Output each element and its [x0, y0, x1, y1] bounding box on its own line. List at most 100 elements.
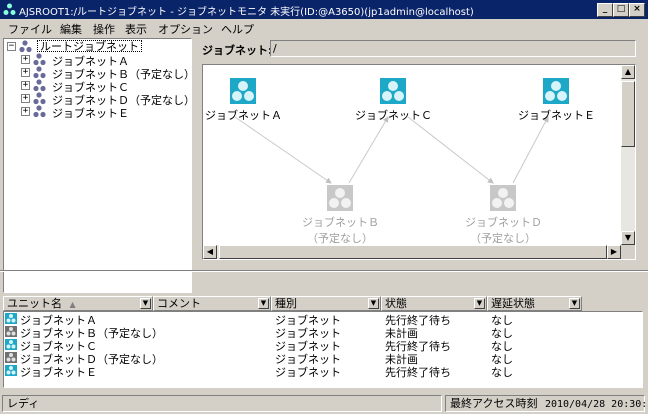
- jobnet-icon: [33, 66, 46, 79]
- tree-item-label: ジョブネットＥ: [52, 107, 129, 120]
- scroll-left-icon[interactable]: ◀: [203, 245, 217, 259]
- column-label: ユニット名: [7, 297, 62, 310]
- column-filter-icon[interactable]: ▼: [368, 298, 379, 309]
- map-node-jobnet-e[interactable]: ジョブネットＥ: [518, 78, 595, 123]
- arrow-c-to-d: [407, 116, 494, 184]
- unit-tree[interactable]: − ルートジョブネット + ジョブネットＡ + ジョブネットＢ（予定なし） + …: [3, 38, 195, 293]
- jobnet-icon-disabled: [327, 185, 353, 211]
- jobnet-icon: [5, 339, 17, 350]
- scroll-thumb[interactable]: [219, 245, 607, 259]
- expand-icon[interactable]: +: [21, 55, 30, 64]
- jobnet-icon-disabled: [490, 185, 516, 211]
- table-row[interactable]: ジョブネットＢ（予定なし） ジョブネット 未計画 なし: [4, 325, 642, 340]
- tree-item-label: ルートジョブネット: [37, 40, 142, 52]
- status-text: レディ: [2, 395, 442, 412]
- jobnet-map[interactable]: ジョブネットＡ ジョブネットＣ ジョブネットＥ ジョブネットＢ （予定なし） ジ…: [202, 64, 636, 260]
- arrow-a-to-b: [234, 116, 332, 184]
- map-vertical-scrollbar[interactable]: ▲ ▼: [621, 65, 635, 245]
- column-header-status[interactable]: 状態 ▼: [381, 296, 487, 311]
- scroll-corner: [621, 245, 635, 259]
- splitter[interactable]: [0, 270, 648, 272]
- column-filter-icon[interactable]: ▼: [569, 298, 580, 309]
- cell-status: 先行終了待ち: [385, 366, 451, 379]
- jobnet-icon: [380, 78, 406, 104]
- tree-item-jobnet-e[interactable]: + ジョブネットＥ: [4, 105, 184, 120]
- unit-list[interactable]: ジョブネットＡ ジョブネット 先行終了待ち なし ジョブネットＢ（予定なし） ジ…: [3, 311, 643, 388]
- jobnet-icon: [5, 365, 17, 376]
- scroll-thumb[interactable]: [621, 81, 635, 147]
- jobnet-icon: [19, 40, 32, 53]
- jobnet-path-label: ジョブネット:: [202, 44, 273, 57]
- tree-item-jobnet-d[interactable]: + ジョブネットＤ（予定なし）: [4, 92, 195, 107]
- maximize-button[interactable]: □: [613, 3, 629, 17]
- last-access-panel: 最終アクセス時刻 2010/04/28 20:30:34: [445, 395, 648, 412]
- scroll-up-icon[interactable]: ▲: [621, 65, 635, 79]
- column-filter-icon[interactable]: ▼: [140, 298, 151, 309]
- jobnet-icon: [5, 352, 17, 363]
- column-header-unit-name[interactable]: ユニット名 ▲ ▼: [3, 296, 153, 311]
- title-bar: AJSROOT1:/ルートジョブネット - ジョブネットモニタ 未実行(ID:@…: [0, 0, 648, 19]
- map-node-jobnet-d[interactable]: ジョブネットＤ （予定なし）: [465, 185, 542, 246]
- expand-icon[interactable]: +: [21, 94, 30, 103]
- node-label: ジョブネットＢ: [302, 216, 379, 229]
- menu-help[interactable]: ヘルプ: [221, 21, 254, 37]
- tree-item-jobnet-b[interactable]: + ジョブネットＢ（予定なし）: [4, 66, 195, 81]
- menu-options[interactable]: オプション: [158, 21, 213, 37]
- tree-item-root[interactable]: − ルートジョブネット: [4, 40, 184, 53]
- expand-icon[interactable]: +: [21, 81, 30, 90]
- menu-edit[interactable]: 編集: [60, 21, 82, 37]
- map-node-jobnet-c[interactable]: ジョブネットＣ: [355, 78, 432, 123]
- table-row[interactable]: ジョブネットＤ（予定なし） ジョブネット 未計画 なし: [4, 351, 642, 366]
- column-label: 種別: [275, 297, 297, 310]
- expand-icon[interactable]: +: [21, 107, 30, 116]
- arrow-d-to-e: [512, 116, 549, 184]
- jobnet-path-field[interactable]: /: [270, 40, 636, 57]
- arrow-b-to-c: [348, 116, 389, 184]
- minimize-button[interactable]: _: [597, 3, 613, 17]
- jobnet-icon: [5, 326, 17, 337]
- last-access-label: 最終アクセス時刻: [450, 397, 538, 410]
- table-row[interactable]: ジョブネットＡ ジョブネット 先行終了待ち なし: [4, 312, 642, 327]
- collapse-icon[interactable]: −: [7, 42, 16, 51]
- scroll-down-icon[interactable]: ▼: [621, 231, 635, 245]
- tree-item-jobnet-a[interactable]: + ジョブネットＡ: [4, 53, 184, 68]
- map-node-jobnet-b[interactable]: ジョブネットＢ （予定なし）: [302, 185, 379, 246]
- table-row[interactable]: ジョブネットＣ ジョブネット 先行終了待ち なし: [4, 338, 642, 353]
- column-label: コメント: [157, 297, 201, 310]
- menu-operate[interactable]: 操作: [93, 21, 115, 37]
- menu-file[interactable]: ファイル: [8, 21, 52, 37]
- column-label: 遅延状態: [491, 297, 535, 310]
- column-header-comment[interactable]: コメント ▼: [153, 296, 271, 311]
- column-header-delay[interactable]: 遅延状態 ▼: [487, 296, 582, 311]
- scroll-right-icon[interactable]: ▶: [607, 245, 621, 259]
- map-horizontal-scrollbar[interactable]: ◀ ▶: [203, 245, 621, 259]
- status-bar: レディ 最終アクセス時刻 2010/04/28 20:30:34: [0, 393, 648, 414]
- column-filter-icon[interactable]: ▼: [474, 298, 485, 309]
- node-sublabel: （予定なし）: [307, 232, 373, 245]
- node-label: ジョブネットＥ: [518, 109, 595, 122]
- jobnet-icon: [5, 313, 17, 324]
- jobnet-icon: [33, 53, 46, 66]
- table-row[interactable]: ジョブネットＥ ジョブネット 先行終了待ち なし: [4, 364, 642, 379]
- cell-type: ジョブネット: [275, 366, 341, 379]
- node-label: ジョブネットＡ: [205, 109, 282, 122]
- jobnet-icon: [33, 105, 46, 118]
- cell-delay: なし: [491, 366, 513, 379]
- window-title: AJSROOT1:/ルートジョブネット - ジョブネットモニタ 未実行(ID:@…: [19, 7, 474, 18]
- app-icon: [3, 3, 16, 15]
- menu-bar: ファイル 編集 操作 表示 オプション ヘルプ: [0, 19, 648, 37]
- last-access-time: 2010/04/28 20:30:34: [544, 399, 648, 410]
- tree-item-jobnet-c[interactable]: + ジョブネットＣ: [4, 79, 184, 94]
- close-button[interactable]: ×: [629, 3, 645, 17]
- menu-view[interactable]: 表示: [125, 21, 147, 37]
- jobnet-icon: [543, 78, 569, 104]
- map-node-jobnet-a[interactable]: ジョブネットＡ: [205, 78, 282, 123]
- column-filter-icon[interactable]: ▼: [258, 298, 269, 309]
- jobnet-icon: [230, 78, 256, 104]
- node-label: ジョブネットＣ: [355, 109, 432, 122]
- column-label: 状態: [385, 297, 407, 310]
- sort-ascending-icon: ▲: [69, 300, 76, 309]
- expand-icon[interactable]: +: [21, 68, 30, 77]
- column-header-type[interactable]: 種別 ▼: [271, 296, 381, 311]
- cell-unit-name: ジョブネットＥ: [20, 366, 97, 379]
